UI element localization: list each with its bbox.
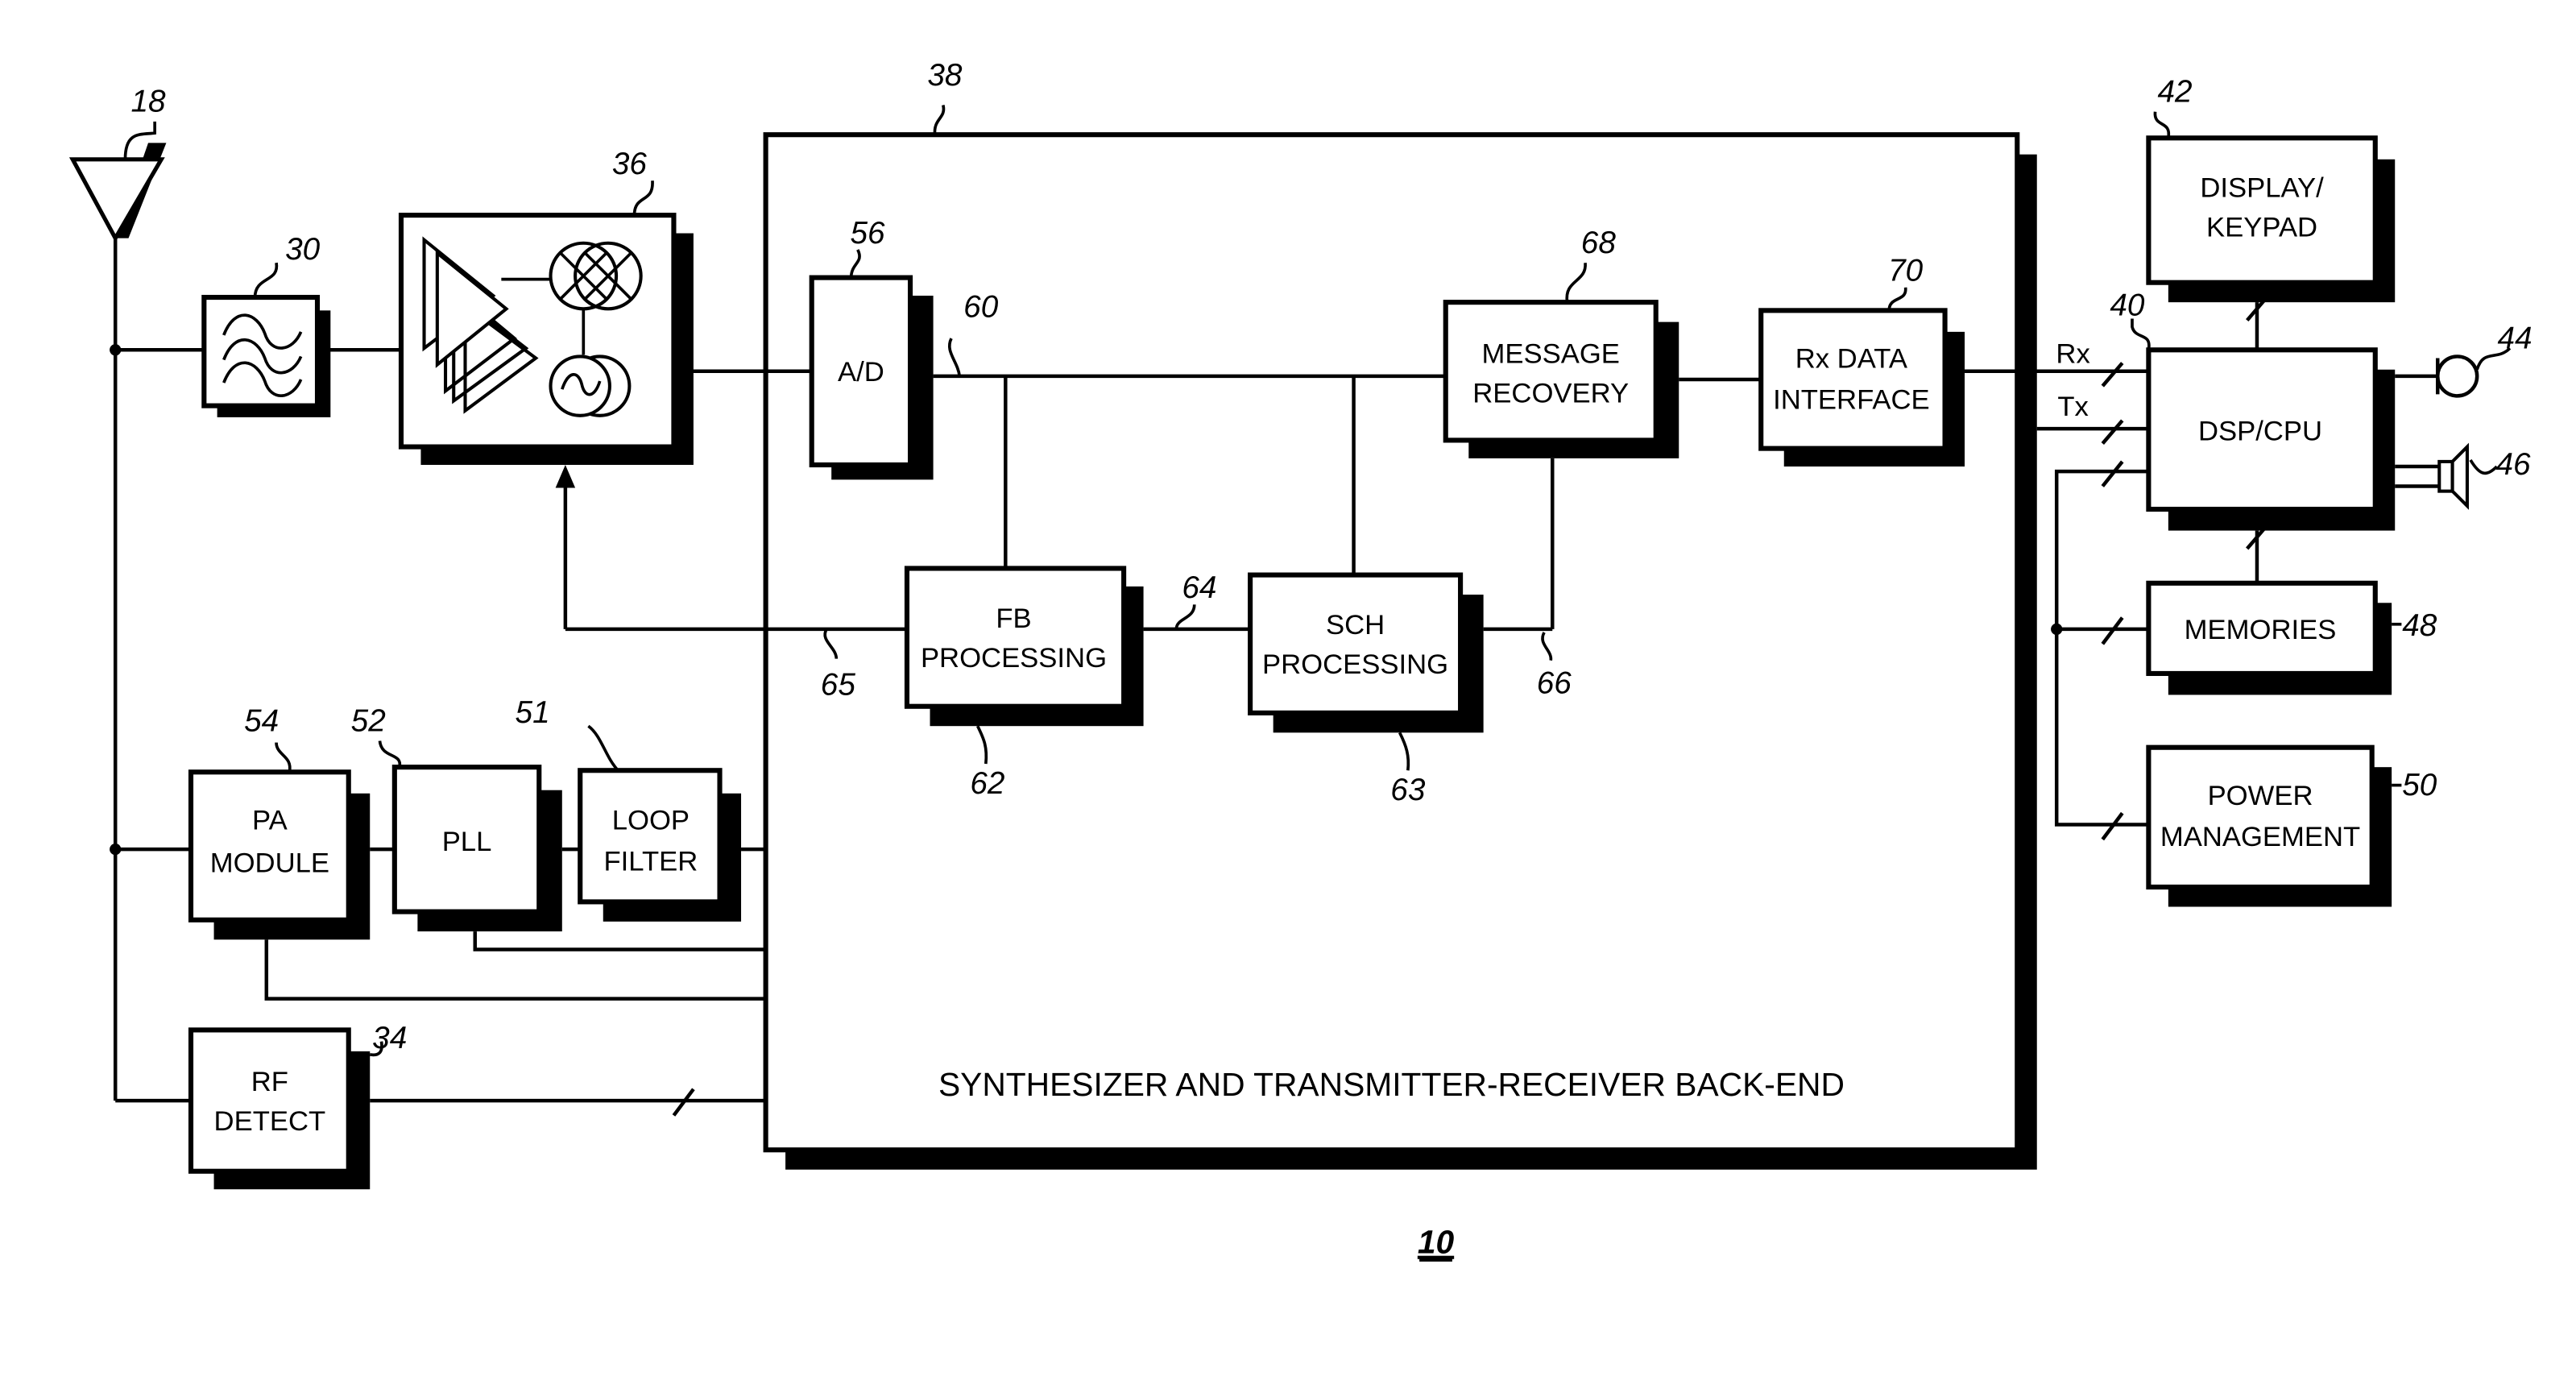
rf-detect-label-1: RF <box>251 1067 288 1097</box>
rf-detect-block[interactable]: RF DETECT 34 <box>188 1021 407 1190</box>
ref-filter: 30 <box>285 232 321 267</box>
filter-block[interactable]: 30 <box>201 232 331 417</box>
ref-speaker: 46 <box>2495 447 2531 482</box>
loop-filter-label-2: FILTER <box>603 847 698 877</box>
message-recovery-label-2: RECOVERY <box>1472 379 1629 409</box>
ref-dsp-cpu: 40 <box>2110 288 2145 322</box>
figure-number: 10 <box>1418 1224 1455 1261</box>
adc-label: A/D <box>838 357 884 388</box>
pll-block[interactable]: PLL 52 <box>351 703 562 932</box>
ref-rf-detect: 34 <box>372 1021 407 1055</box>
ref-memories: 48 <box>2402 608 2437 643</box>
memories-block[interactable]: MEMORIES 48 <box>2146 580 2437 695</box>
ref-sch-processing: 63 <box>1390 773 1426 807</box>
display-keypad-label-line2: KEYPAD <box>2206 213 2317 243</box>
rf-detect-label-2: DETECT <box>214 1106 326 1137</box>
ref-pll: 52 <box>351 703 386 738</box>
arrow-up-icon <box>555 465 576 488</box>
pa-module-label-1: PA <box>252 806 288 836</box>
display-keypad-block[interactable]: DISPLAY/ KEYPAD 42 <box>2146 74 2396 303</box>
sch-processing-label-1: SCH <box>1326 610 1385 641</box>
rf-frontend-block[interactable]: 36 <box>398 147 694 466</box>
ref-bus: 60 <box>963 290 999 325</box>
microphone-icon <box>2435 354 2479 398</box>
sch-processing-label-2: PROCESSING <box>1262 649 1448 680</box>
ref-rf-frontend: 36 <box>612 147 648 181</box>
pll-label: PLL <box>442 827 492 857</box>
message-recovery-label-1: MESSAGE <box>1482 339 1620 370</box>
tx-label: Tx <box>2057 392 2089 422</box>
ref-antenna: 18 <box>130 85 166 119</box>
ref-pa-module: 54 <box>244 703 279 738</box>
pa-module-block[interactable]: PA MODULE 54 <box>188 703 371 940</box>
ref-feedback: 65 <box>821 667 856 702</box>
loop-filter-label-1: LOOP <box>612 806 690 836</box>
rx-data-interface-label-2: INTERFACE <box>1773 385 1929 416</box>
ref-rx-data-interface: 70 <box>1888 254 1924 288</box>
fb-processing-label-1: FB <box>996 603 1031 634</box>
ref-fb-to-sch: 64 <box>1182 570 1216 605</box>
ref-microphone: 44 <box>2498 321 2533 355</box>
ref-display-keypad: 42 <box>2157 74 2192 109</box>
backend-label: SYNTHESIZER AND TRANSMITTER-RECEIVER BAC… <box>938 1066 1845 1103</box>
antenna: 18 <box>68 85 167 243</box>
ref-message-recovery: 68 <box>1581 226 1617 260</box>
ref-loop-filter: 51 <box>516 695 550 730</box>
speaker-icon <box>2437 442 2469 510</box>
ref-fb-processing: 62 <box>970 766 1004 801</box>
ref-backend: 38 <box>927 58 963 93</box>
power-management-label-1: POWER <box>2208 781 2313 811</box>
ref-power-management: 50 <box>2402 768 2437 802</box>
block-diagram: 18 30 36 38 SYNTHESIZER AND TRANSMITTER-… <box>68 58 2533 1262</box>
pa-module-label-2: MODULE <box>210 848 329 879</box>
memories-label: MEMORIES <box>2185 615 2337 645</box>
rx-label: Rx <box>2056 339 2089 370</box>
dsp-cpu-label: DSP/CPU <box>2198 416 2322 446</box>
rx-data-interface-label-1: Rx DATA <box>1795 344 1908 375</box>
dsp-cpu-block[interactable]: DSP/CPU 40 <box>2110 288 2396 531</box>
power-management-block[interactable]: POWER MANAGEMENT 50 <box>2146 744 2437 907</box>
ref-sch-out: 66 <box>1537 665 1572 700</box>
fb-processing-label-2: PROCESSING <box>921 643 1107 674</box>
ref-adc: 56 <box>850 216 885 251</box>
power-management-label-2: MANAGEMENT <box>2160 822 2360 852</box>
display-keypad-label-1: DISPLAY/ <box>2200 173 2324 204</box>
